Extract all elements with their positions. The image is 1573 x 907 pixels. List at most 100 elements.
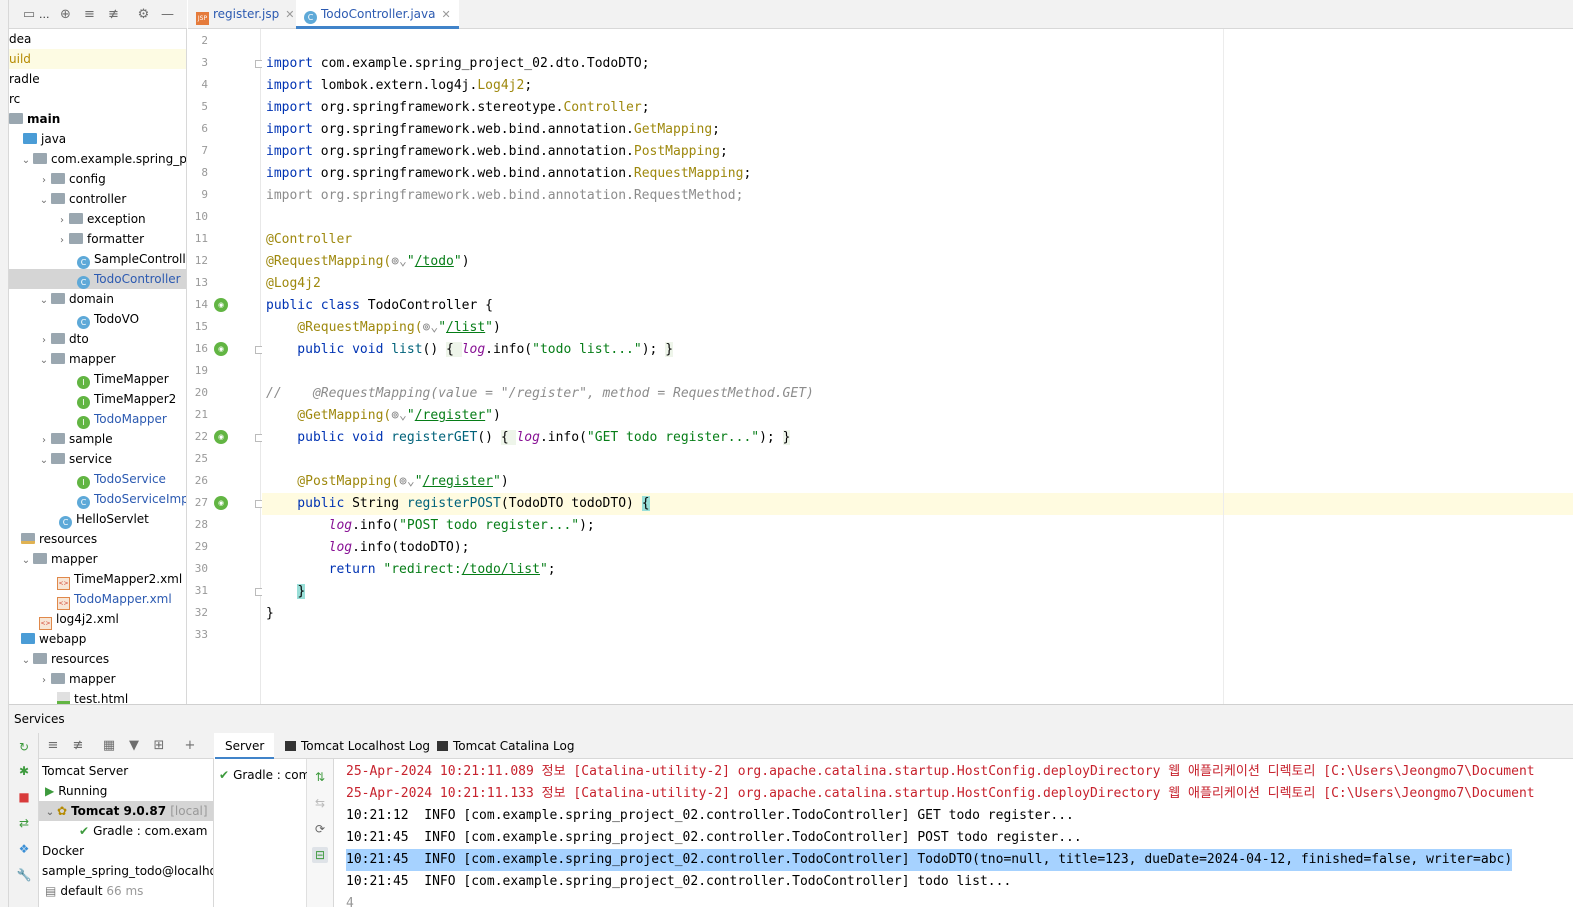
tree-item-todomapper-xml[interactable]: <> TodoMapper.xml	[9, 589, 186, 610]
tree-item-helloservlet[interactable]: C HelloServlet	[9, 509, 186, 529]
tree-item-mapper[interactable]: ⌄ mapper	[9, 349, 186, 371]
locate-icon[interactable]: ⊕	[58, 6, 74, 22]
soft-wrap-icon[interactable]: ⊟	[312, 847, 328, 863]
filter-icon[interactable]: ▼	[126, 738, 142, 754]
chevron-down-icon[interactable]: ⌄	[37, 191, 51, 211]
tree-item-main[interactable]: main	[9, 109, 186, 129]
bean-gutter-icon[interactable]: ◉	[214, 298, 228, 312]
wrench-icon[interactable]: 🔧	[16, 867, 32, 883]
tree-item-webapp[interactable]: webapp	[9, 629, 186, 649]
close-icon[interactable]: ✕	[285, 8, 294, 21]
tab-register-jsp[interactable]: JSP register.jsp ✕	[188, 0, 302, 29]
tree-item-samplecontroller[interactable]: C SampleController	[9, 249, 186, 269]
refresh-icon[interactable]: ⟳	[312, 821, 328, 837]
tree-item-controller[interactable]: ⌄ controller	[9, 189, 186, 211]
chevron-down-icon[interactable]: ⌄	[19, 651, 33, 671]
restart-icon[interactable]: ↻	[16, 739, 32, 755]
deployment-item[interactable]: ✔ Gradle : com	[215, 765, 307, 785]
tab-tomcat-catalina-log[interactable]: Tomcat Catalina Log	[427, 733, 584, 759]
chevron-down-icon[interactable]: ⌄	[37, 451, 51, 471]
gear-icon[interactable]: ⚙	[136, 6, 152, 22]
tree-item-todovo[interactable]: C TodoVO	[9, 309, 186, 329]
service-running[interactable]: ▶ Running	[39, 781, 213, 801]
chevron-right-icon[interactable]: ›	[37, 171, 51, 191]
tree-item-res-mapper[interactable]: ⌄ mapper	[9, 549, 186, 571]
service-docker[interactable]: Docker	[39, 841, 213, 861]
service-gradle-artifact[interactable]: ✔ Gradle : com.exam	[39, 821, 213, 841]
service-database[interactable]: sample_spring_todo@localhost	[39, 861, 213, 881]
tree-item-label: webapp	[39, 632, 87, 646]
tree-item-webapp-resources[interactable]: ⌄ resources	[9, 649, 186, 671]
tree-item-todomapper[interactable]: I TodoMapper	[9, 409, 186, 429]
project-view-title[interactable]: ...	[39, 8, 50, 21]
new-tab-icon[interactable]: ⊞	[151, 738, 167, 754]
chevron-down-icon[interactable]: ⌄	[19, 551, 33, 571]
tab-todocontroller-java[interactable]: C TodoController.java ✕	[296, 0, 459, 29]
tree-item-config[interactable]: › config	[9, 169, 186, 191]
hide-icon[interactable]: —	[160, 6, 176, 22]
tree-item-formatter[interactable]: › formatter	[9, 229, 186, 251]
tree-item-timemapper2-xml[interactable]: <> TimeMapper2.xml	[9, 569, 186, 590]
code-editor[interactable]: import com.example.spring_project_02.dto…	[262, 29, 1573, 704]
tree-item-src[interactable]: rc	[9, 89, 186, 109]
project-view-icon[interactable]: ▭	[21, 6, 37, 22]
tree-item-package[interactable]: ⌄ com.example.spring_pro	[9, 149, 186, 171]
tree-item-todoserviceimpl[interactable]: C TodoServiceImpl	[9, 489, 186, 509]
tree-item-webapp-mapper[interactable]: › mapper	[9, 669, 186, 691]
tree-item-test-html[interactable]: test.html	[9, 689, 186, 704]
chevron-right-icon[interactable]: ›	[37, 431, 51, 451]
group-icon[interactable]: ▦	[101, 738, 117, 754]
chevron-right-icon[interactable]: ›	[55, 211, 69, 231]
chevron-down-icon[interactable]: ⌄	[37, 291, 51, 311]
chevron-right-icon[interactable]: ›	[37, 671, 51, 691]
code-line: import org.springframework.web.bind.anno…	[266, 166, 752, 181]
bean-gutter-icon[interactable]: ◉	[214, 430, 228, 444]
chevron-down-icon[interactable]: ⌄	[43, 803, 57, 823]
chevron-right-icon[interactable]: ›	[55, 231, 69, 251]
tree-item-sample[interactable]: › sample	[9, 429, 186, 451]
tree-item-timemapper2[interactable]: I TimeMapper2	[9, 389, 186, 409]
tree-item-java[interactable]: java	[9, 129, 186, 149]
console-output[interactable]: 25-Apr-2024 10:21:11.089 정보 [Catalina-ut…	[335, 759, 1573, 907]
expand-all-icon[interactable]: ≡	[82, 6, 98, 22]
deploy-icon[interactable]: ⇄	[16, 815, 32, 831]
tree-item-todoservice[interactable]: I TodoService	[9, 469, 186, 489]
code-line: @RequestMapping(⊚⌄"/list")	[266, 320, 501, 335]
bean-gutter-icon[interactable]: ◉	[214, 496, 228, 510]
tree-item-dto[interactable]: › dto	[9, 329, 186, 351]
code-line: import org.springframework.stereotype.Co…	[266, 100, 650, 115]
tree-item-idea[interactable]: dea	[9, 29, 186, 49]
service-tomcat-server[interactable]: Tomcat Server	[39, 761, 213, 781]
expand-all-icon[interactable]: ≡	[45, 738, 61, 754]
tree-item-resources[interactable]: resources	[9, 529, 186, 549]
tree-item-todocontroller[interactable]: C TodoController	[9, 269, 186, 289]
bean-gutter-icon[interactable]: ◉	[214, 342, 228, 356]
tree-item-timemapper[interactable]: I TimeMapper	[9, 369, 186, 389]
tree-item-service[interactable]: ⌄ service	[9, 449, 186, 471]
left-tool-strip	[0, 0, 9, 907]
stop-icon[interactable]: ■	[16, 789, 32, 805]
close-icon[interactable]: ✕	[441, 8, 450, 21]
tab-tomcat-localhost-log[interactable]: Tomcat Localhost Log	[275, 733, 440, 759]
tree-item-log4j2-xml[interactable]: <> log4j2.xml	[9, 609, 186, 630]
line-number: 25	[194, 452, 208, 465]
tree-item-build[interactable]: uild	[9, 49, 186, 69]
add-icon[interactable]: +	[182, 738, 198, 754]
chevron-right-icon[interactable]: ›	[37, 331, 51, 351]
chevron-down-icon[interactable]: ⌄	[19, 151, 33, 171]
settings-icon[interactable]: ❖	[16, 841, 32, 857]
tree-item-label: TimeMapper2.xml	[74, 572, 183, 586]
redeploy-icon[interactable]: ⇅	[312, 769, 328, 785]
code-line: @PostMapping(⊚⌄"/register")	[266, 474, 509, 489]
collapse-all-icon[interactable]: ≢	[70, 738, 86, 754]
tree-item-exception[interactable]: › exception	[9, 209, 186, 231]
chevron-down-icon[interactable]: ⌄	[37, 351, 51, 371]
tree-item-gradle[interactable]: radle	[9, 69, 186, 89]
undeploy-icon[interactable]: ⇆	[312, 795, 328, 811]
service-tomcat-instance[interactable]: ⌄ ✿ Tomcat 9.0.87 [local]	[39, 801, 213, 823]
collapse-all-icon[interactable]: ≢	[106, 6, 122, 22]
debug-icon[interactable]: ✱	[16, 763, 32, 779]
service-default-session[interactable]: ▤ default 66 ms	[39, 881, 213, 901]
tab-server[interactable]: Server	[215, 733, 275, 759]
tree-item-domain[interactable]: ⌄ domain	[9, 289, 186, 311]
